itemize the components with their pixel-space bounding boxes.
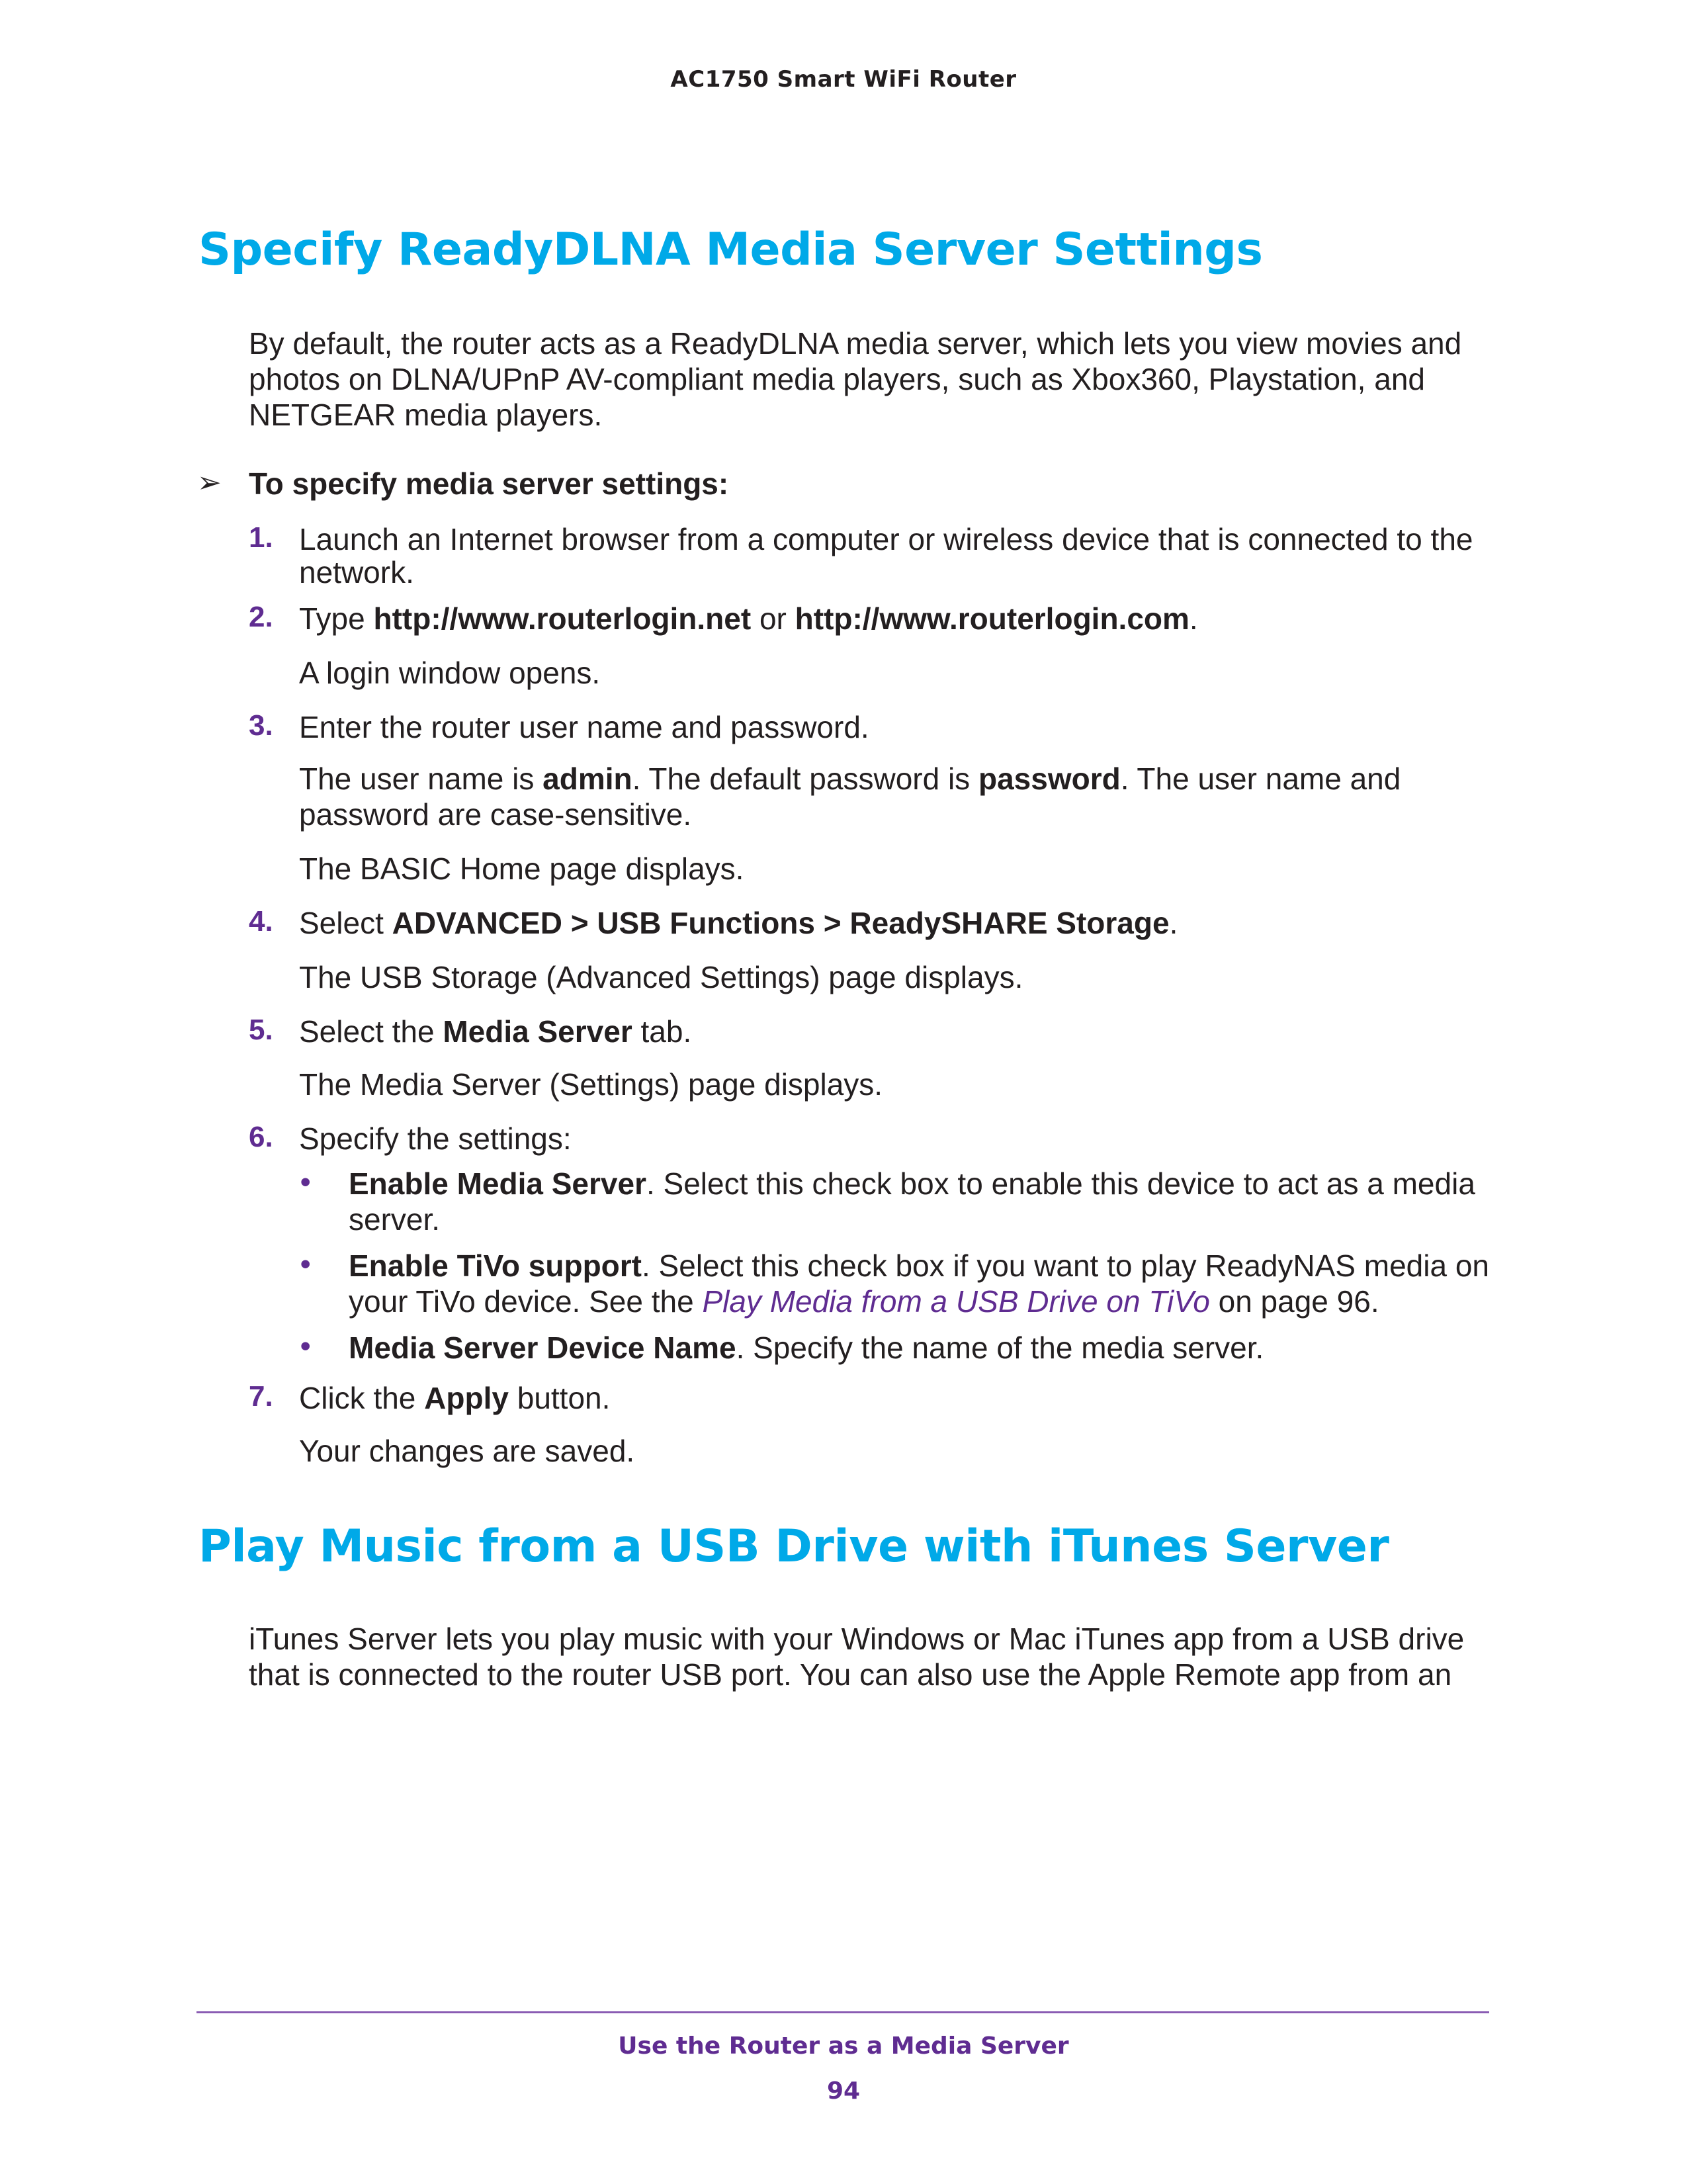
step-text-fragment: Click the xyxy=(299,1381,425,1415)
step-text: Type http://www.routerlogin.net or http:… xyxy=(299,601,1490,637)
step-detail: The user name is admin. The default pass… xyxy=(299,761,1490,797)
bullet-text: server. xyxy=(349,1202,441,1237)
intro-line: NETGEAR media players. xyxy=(249,398,603,432)
setting-term: Enable Media Server xyxy=(349,1166,646,1201)
step-text: network. xyxy=(299,555,414,590)
step-text-fragment: tab. xyxy=(632,1014,692,1049)
bullet-text: Media Server Device Name. Specify the na… xyxy=(349,1330,1493,1366)
step-result: The Media Server (Settings) page display… xyxy=(299,1067,883,1102)
running-header: AC1750 Smart WiFi Router xyxy=(670,66,1017,93)
setting-description: . Specify the name of the media server. xyxy=(736,1331,1264,1365)
step-text-fragment: . xyxy=(1169,906,1178,940)
step-text-fragment: . xyxy=(1189,601,1198,636)
menu-path: ADVANCED > USB Functions > ReadySHARE St… xyxy=(392,906,1170,940)
step-result: A login window opens. xyxy=(299,656,601,690)
step-text: Specify the settings: xyxy=(299,1121,572,1156)
arrowhead-icon: ➢ xyxy=(197,466,222,499)
setting-description: . Select this check box to enable this d… xyxy=(646,1166,1475,1201)
intro-line: that is connected to the router USB port… xyxy=(249,1657,1452,1692)
page-number: 94 xyxy=(826,2077,861,2105)
tab-name: Media Server xyxy=(443,1014,632,1049)
cross-reference-link[interactable]: Play Media from a USB Drive on TiVo xyxy=(702,1284,1209,1319)
step-text-fragment: Select the xyxy=(299,1014,443,1049)
step-result: Your changes are saved. xyxy=(299,1434,635,1468)
bullet-text: your TiVo device. See the Play Media fro… xyxy=(349,1284,1493,1320)
step-text-fragment: The user name is xyxy=(299,762,543,796)
step-text: Launch an Internet browser from a comput… xyxy=(299,522,1473,556)
intro-line: photos on DLNA/UPnP AV-compliant media p… xyxy=(249,362,1425,396)
button-name: Apply xyxy=(424,1381,509,1415)
step-number: 6. xyxy=(249,1121,273,1153)
step-text-fragment: Type xyxy=(299,601,374,636)
step-detail: password are case-sensitive. xyxy=(299,797,692,832)
bullet-dot-icon: • xyxy=(300,1248,311,1280)
step-number: 3. xyxy=(249,709,273,742)
step-text: Click the Apply button. xyxy=(299,1380,1490,1417)
setting-term: Media Server Device Name xyxy=(349,1331,736,1365)
setting-description: . Select this check box if you want to p… xyxy=(642,1248,1489,1283)
intro-line: iTunes Server lets you play music with y… xyxy=(249,1622,1465,1656)
default-username: admin xyxy=(542,762,632,796)
footer-divider xyxy=(196,2011,1489,2013)
document-page: AC1750 Smart WiFi Router Specify ReadyDL… xyxy=(0,0,1687,2184)
bullet-dot-icon: • xyxy=(300,1166,311,1198)
procedure-title: To specify media server settings: xyxy=(249,466,729,501)
default-password: password xyxy=(978,762,1121,796)
step-text-fragment: Select xyxy=(299,906,392,940)
step-text-fragment: button. xyxy=(508,1381,611,1415)
step-number: 7. xyxy=(249,1380,273,1413)
step-text-fragment: . The user name and xyxy=(1120,762,1401,796)
footer-chapter-title: Use the Router as a Media Server xyxy=(618,2032,1069,2060)
url-routerlogin-net: http://www.routerlogin.net xyxy=(373,601,752,636)
step-text-fragment: . The default password is xyxy=(632,762,978,796)
setting-description: your TiVo device. See the xyxy=(349,1284,703,1319)
step-result: The BASIC Home page displays. xyxy=(299,852,744,886)
step-number: 1. xyxy=(249,521,273,554)
section-heading-dlna: Specify ReadyDLNA Media Server Settings xyxy=(198,224,1263,276)
step-text: Select ADVANCED > USB Functions > ReadyS… xyxy=(299,905,1490,941)
step-result: The USB Storage (Advanced Settings) page… xyxy=(299,960,1023,994)
section-heading-itunes: Play Music from a USB Drive with iTunes … xyxy=(198,1520,1389,1573)
intro-line: By default, the router acts as a ReadyDL… xyxy=(249,326,1462,361)
step-number: 5. xyxy=(249,1014,273,1046)
step-text: Select the Media Server tab. xyxy=(299,1014,1490,1050)
setting-term: Enable TiVo support xyxy=(349,1248,642,1283)
bullet-dot-icon: • xyxy=(300,1330,311,1362)
setting-description: on page 96. xyxy=(1209,1284,1379,1319)
url-routerlogin-com: http://www.routerlogin.com xyxy=(795,601,1190,636)
step-number: 4. xyxy=(249,905,273,938)
step-number: 2. xyxy=(249,601,273,633)
bullet-text: Enable TiVo support. Select this check b… xyxy=(349,1248,1493,1284)
step-text-fragment: or xyxy=(751,601,795,636)
bullet-text: Enable Media Server. Select this check b… xyxy=(349,1166,1493,1202)
step-text: Enter the router user name and password. xyxy=(299,710,869,744)
